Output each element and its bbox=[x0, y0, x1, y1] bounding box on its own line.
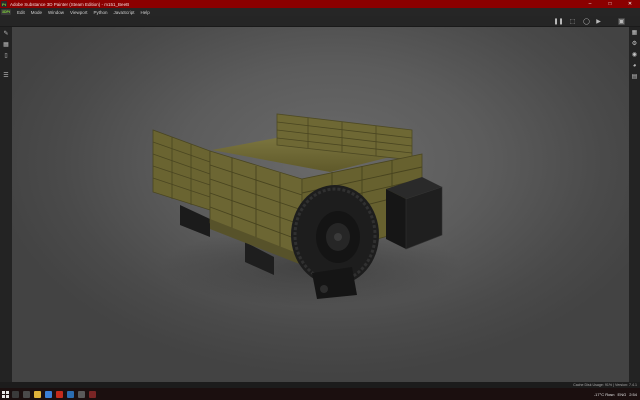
menu-bar: 3DPt Edit Mode Window Viewport Python Ja… bbox=[0, 8, 640, 16]
substance-logo: 3DPt bbox=[1, 9, 11, 15]
menu-help[interactable]: Help bbox=[141, 10, 150, 15]
menu-viewport[interactable]: Viewport bbox=[70, 10, 87, 15]
window-title: Adobe Substance 3D Painter (Steam Editio… bbox=[10, 1, 130, 7]
display-settings-icon[interactable]: ⚙ bbox=[631, 40, 638, 47]
truck-trailer-model bbox=[152, 113, 462, 307]
window-controls: – □ ✕ bbox=[580, 0, 640, 8]
viewport-toolbar: ❚❚ ⬚ ◯ ▶ ▣ bbox=[0, 16, 640, 27]
start-button[interactable] bbox=[0, 388, 10, 400]
front-end-panel bbox=[152, 129, 211, 211]
file-explorer-icon[interactable] bbox=[34, 390, 41, 398]
pause-icon[interactable]: ❚❚ bbox=[553, 18, 563, 25]
os-taskbar: -17°C Rosn ENG 2:54 bbox=[0, 388, 640, 400]
render-icon[interactable]: ◕ bbox=[631, 62, 638, 69]
bracket-bolt bbox=[320, 285, 328, 293]
maximize-button[interactable]: □ bbox=[600, 0, 620, 8]
windows-logo-icon bbox=[1, 390, 9, 398]
menu-edit[interactable]: Edit bbox=[17, 10, 25, 15]
title-bar: Pt Adobe Substance 3D Painter (Steam Edi… bbox=[0, 0, 640, 8]
status-text: Cache Disk Usage: 91% | Version: 7.4.1 bbox=[573, 382, 637, 387]
menu-window[interactable]: Window bbox=[48, 10, 64, 15]
menu-javascript[interactable]: JavaScript bbox=[114, 10, 135, 15]
front-mud-flap bbox=[180, 205, 210, 237]
close-button[interactable]: ✕ bbox=[620, 0, 640, 8]
video-icon[interactable]: ▶ bbox=[595, 18, 602, 25]
app-icon: Pt bbox=[1, 1, 7, 7]
search-icon[interactable] bbox=[12, 390, 19, 398]
painter-taskbar-icon[interactable] bbox=[89, 390, 96, 398]
store-icon[interactable] bbox=[67, 390, 74, 398]
system-tray: -17°C Rosn ENG 2:54 bbox=[591, 388, 637, 400]
3d-viewport[interactable] bbox=[12, 27, 629, 382]
texture-set-icon[interactable]: ▦ bbox=[631, 29, 638, 36]
history-icon[interactable]: ▤ bbox=[631, 73, 638, 80]
eraser-icon[interactable]: ▯ bbox=[3, 52, 9, 59]
task-view-icon[interactable] bbox=[23, 390, 30, 398]
youtube-icon[interactable] bbox=[56, 390, 63, 398]
language-indicator[interactable]: ENG bbox=[618, 392, 627, 397]
menu-mode[interactable]: Mode bbox=[31, 10, 42, 15]
frame-icon[interactable]: ⬚ bbox=[569, 18, 576, 25]
steam-icon[interactable] bbox=[78, 390, 85, 398]
screenshot-icon[interactable]: ▣ bbox=[618, 18, 625, 25]
paint-icon[interactable]: ✎ bbox=[3, 30, 9, 37]
menu-python[interactable]: Python bbox=[93, 10, 107, 15]
clock-time[interactable]: 2:54 bbox=[629, 392, 637, 397]
weather-text[interactable]: -17°C Rosn bbox=[594, 392, 615, 397]
left-toolbar: ✎ ▦ ▯ ☰ bbox=[0, 27, 12, 382]
layers-icon[interactable]: ☰ bbox=[3, 72, 9, 79]
camera-icon[interactable]: ◯ bbox=[583, 18, 590, 25]
edge-browser-icon[interactable] bbox=[45, 390, 52, 398]
minimize-button[interactable]: – bbox=[580, 0, 600, 8]
toolbox-side bbox=[386, 189, 406, 249]
shader-settings-icon[interactable]: ◉ bbox=[631, 51, 638, 58]
project-icon[interactable]: ▦ bbox=[3, 41, 9, 48]
right-toolbar: ▦ ⚙ ◉ ◕ ▤ bbox=[629, 27, 640, 382]
